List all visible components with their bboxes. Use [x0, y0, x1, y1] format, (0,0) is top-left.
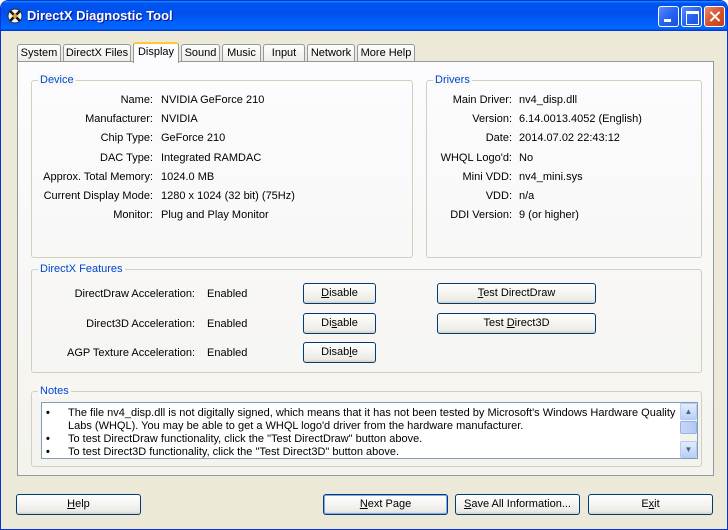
device-chip-type-label: Chip Type:	[100, 132, 153, 144]
tab-display[interactable]: Display	[133, 42, 179, 63]
directdraw-status: Enabled	[207, 288, 248, 300]
device-group: Device Name: NVIDIA GeForce 210 Manufact…	[31, 74, 413, 258]
scroll-down-icon[interactable]: ▼	[680, 441, 697, 458]
minimize-button[interactable]	[658, 6, 679, 27]
note-item: • To test Direct3D functionality, click …	[46, 446, 679, 458]
tab-sound[interactable]: Sound	[181, 44, 220, 62]
exit-button[interactable]: Exit	[588, 494, 713, 515]
display-tab-panel: Device Name: NVIDIA GeForce 210 Manufact…	[17, 61, 714, 476]
test-directdraw-button[interactable]: Test DirectDraw	[437, 283, 596, 304]
close-button[interactable]	[704, 6, 725, 27]
direct3d-status: Enabled	[207, 318, 248, 330]
driver-main-label: Main Driver:	[452, 94, 512, 106]
tab-more-help[interactable]: More Help	[357, 44, 415, 62]
features-group-title: DirectX Features	[38, 263, 125, 275]
notes-group-title: Notes	[38, 385, 71, 397]
device-chip-type-value: GeForce 210	[161, 132, 226, 144]
directx-logo-icon	[7, 8, 23, 24]
note-bullet: •	[46, 407, 50, 419]
window-title: DirectX Diagnostic Tool	[27, 8, 173, 23]
tab-music[interactable]: Music	[222, 44, 261, 62]
driver-version-value: 6.14.0013.4052 (English)	[519, 113, 642, 125]
device-group-title: Device	[38, 74, 76, 86]
device-manufacturer-label: Manufacturer:	[85, 113, 153, 125]
note-text: To test Direct3D functionality, click th…	[68, 446, 400, 458]
directx-diagnostic-window: DirectX Diagnostic Tool System DirectX F…	[0, 0, 728, 530]
device-manufacturer-value: NVIDIA	[161, 113, 198, 125]
drivers-group-title: Drivers	[433, 74, 472, 86]
disable-agp-texture-button[interactable]: Disable	[303, 342, 376, 363]
driver-mini-vdd-value: nv4_mini.sys	[519, 171, 583, 183]
driver-whql-label: WHQL Logo'd:	[440, 152, 512, 164]
note-item: • The file nv4_disp.dll is not digitally…	[46, 407, 679, 433]
direct3d-label: Direct3D Acceleration:	[86, 318, 195, 330]
driver-date-label: Date:	[485, 132, 512, 144]
device-name-label: Name:	[120, 94, 153, 106]
drivers-group: Drivers Main Driver: nv4_disp.dll Versio…	[426, 74, 702, 258]
notes-textbox[interactable]: • The file nv4_disp.dll is not digitally…	[41, 402, 698, 459]
tab-network[interactable]: Network	[307, 44, 355, 62]
driver-date-value: 2014.07.02 22:43:12	[519, 132, 620, 144]
disable-direct3d-button[interactable]: Disable	[303, 313, 376, 334]
driver-vdd-label: VDD:	[485, 190, 512, 202]
save-all-information-button[interactable]: Save All Information...	[455, 494, 580, 515]
device-display-mode-value: 1280 x 1024 (32 bit) (75Hz)	[161, 190, 295, 202]
driver-mini-vdd-label: Mini VDD:	[462, 171, 512, 183]
device-monitor-label: Monitor:	[113, 209, 153, 221]
help-button[interactable]: Help	[16, 494, 141, 515]
note-bullet: •	[46, 446, 50, 458]
scroll-up-icon[interactable]: ▲	[680, 403, 697, 420]
maximize-button[interactable]	[681, 6, 702, 27]
notes-scrollbar[interactable]: ▲ ▼	[680, 403, 697, 458]
note-bullet: •	[46, 433, 50, 445]
device-name-value: NVIDIA GeForce 210	[161, 94, 265, 106]
directdraw-label: DirectDraw Acceleration:	[74, 288, 195, 300]
scroll-thumb[interactable]	[680, 421, 697, 434]
agp-texture-label: AGP Texture Acceleration:	[67, 347, 195, 359]
driver-ddi-label: DDI Version:	[450, 209, 512, 221]
device-dac-type-value: Integrated RAMDAC	[161, 152, 262, 164]
device-memory-label: Approx. Total Memory:	[43, 171, 153, 183]
device-display-mode-label: Current Display Mode:	[43, 190, 153, 202]
test-direct3d-button[interactable]: Test Direct3D	[437, 313, 596, 334]
notes-group: Notes • The file nv4_disp.dll is not dig…	[31, 385, 702, 467]
note-text: The file nv4_disp.dll is not digitally s…	[68, 407, 676, 432]
note-item: • To test DirectDraw functionality, clic…	[46, 433, 679, 446]
tab-directx-files[interactable]: DirectX Files	[63, 44, 131, 62]
agp-texture-status: Enabled	[207, 347, 248, 359]
driver-vdd-value: n/a	[519, 190, 535, 202]
device-dac-type-label: DAC Type:	[100, 152, 153, 164]
tab-system[interactable]: System	[17, 44, 61, 62]
driver-main-value: nv4_disp.dll	[519, 94, 578, 106]
driver-whql-value: No	[519, 152, 534, 164]
tab-input[interactable]: Input	[263, 44, 305, 62]
driver-version-label: Version:	[472, 113, 512, 125]
device-monitor-value: Plug and Play Monitor	[161, 209, 269, 221]
note-text: To test DirectDraw functionality, click …	[68, 433, 423, 445]
directx-features-group: DirectX Features DirectDraw Acceleration…	[31, 263, 702, 373]
driver-ddi-value: 9 (or higher)	[519, 209, 579, 221]
device-memory-value: 1024.0 MB	[161, 171, 215, 183]
disable-directdraw-button[interactable]: Disable	[303, 283, 376, 304]
title-bar[interactable]: DirectX Diagnostic Tool	[1, 1, 727, 31]
next-page-button[interactable]: Next Page	[323, 494, 448, 515]
